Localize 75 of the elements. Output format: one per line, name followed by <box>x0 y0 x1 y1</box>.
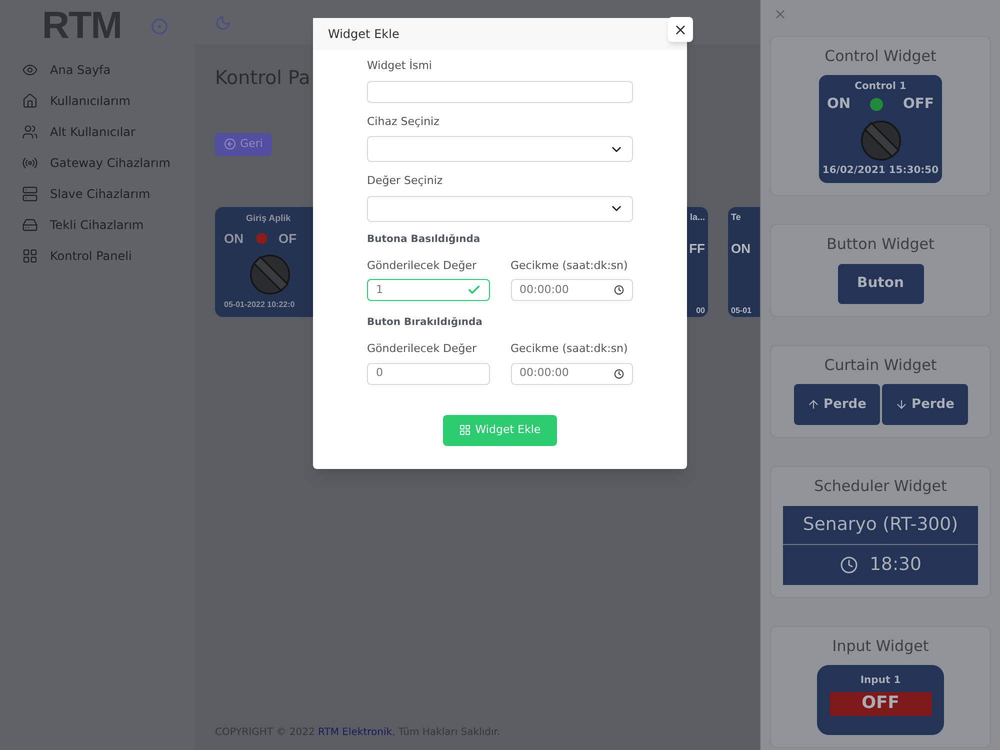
input-value: 00:00:00 <box>520 365 570 382</box>
close-button[interactable]: × <box>668 17 693 42</box>
widget-title: Scheduler Widget <box>813 476 948 497</box>
field-label: Gönderilecek Değer <box>367 341 478 357</box>
widget-title: Input Widget <box>831 636 930 656</box>
on-label: ON <box>827 95 851 114</box>
sidebar-item[interactable]: Kontrol Paneli <box>0 240 195 271</box>
input-state: OFF <box>830 692 932 716</box>
state-label: FF <box>689 240 705 258</box>
widget-name-input[interactable] <box>367 80 633 102</box>
sidebar-icon <box>22 92 38 108</box>
input-value: 0 <box>376 365 384 382</box>
timestamp: 16/02/2021 15:30:50 <box>822 164 939 178</box>
scenario-name: Senaryo (RT-300) <box>783 506 978 544</box>
timestamp: 00 <box>696 304 705 316</box>
input-value: 00:00:00 <box>520 282 570 298</box>
field-label: Değer Seçiniz <box>367 173 444 189</box>
field-label: Gecikme (saat:dk:sn) <box>510 341 629 357</box>
clock-icon <box>614 285 624 295</box>
on-label: ON <box>224 230 244 248</box>
arrow-down-icon <box>894 398 908 411</box>
curtain-down-button[interactable]: Perde <box>882 384 968 425</box>
timestamp: 05-01-2022 10:22:0 <box>224 298 295 310</box>
card-title: Te <box>731 210 741 224</box>
send-value-input[interactable]: 0 <box>367 362 490 384</box>
sidebar-item[interactable]: Slave Cihazlarım <box>0 178 195 209</box>
field-label: Widget İsmi <box>367 58 433 74</box>
clock-icon <box>840 556 858 574</box>
value-select[interactable] <box>367 196 633 222</box>
device-select[interactable] <box>367 136 633 162</box>
state-label: ON <box>731 240 750 258</box>
target-icon[interactable] <box>151 18 168 34</box>
delay-time-input[interactable]: 00:00:00 <box>510 279 633 301</box>
input-value: 1 <box>376 282 384 298</box>
sidebar-icon <box>22 154 38 170</box>
field-label: Cihaz Seçiniz <box>367 114 440 130</box>
arrow-up-icon <box>806 398 820 411</box>
card-title: la... <box>690 210 705 224</box>
widget-title: Curtain Widget <box>823 354 938 376</box>
widget-name: Input 1 <box>860 674 901 688</box>
widget-title: Control Widget <box>824 46 938 66</box>
sidebar-item[interactable]: Ana Sayfa <box>0 54 195 85</box>
modal-title: Widget Ekle <box>328 26 400 43</box>
moon-icon[interactable] <box>215 14 231 30</box>
sidebar-icon <box>22 186 38 202</box>
sidebar-item[interactable]: Tekli Cihazlarım <box>0 209 195 240</box>
control-widget[interactable]: Control 1 ON OFF 16/02/2021 15:30:50 <box>819 75 942 183</box>
scheduler-panel[interactable]: Senaryo (RT-300) 18:30 <box>783 506 978 584</box>
grid-icon <box>459 424 472 436</box>
curtain-up-button[interactable]: Perde <box>794 384 880 425</box>
sidebar-icon <box>22 124 38 140</box>
sidebar-icon <box>22 248 38 264</box>
sidebar-icon <box>22 216 38 232</box>
control-card[interactable]: Te ON 05-01 <box>728 206 760 316</box>
timestamp: 05-01 <box>731 304 752 316</box>
send-value-input[interactable]: 1 <box>367 279 490 301</box>
field-label: Gönderilecek Değer <box>367 258 478 274</box>
field-label: Gecikme (saat:dk:sn) <box>510 258 629 274</box>
card-title: Giriş Aplik <box>245 212 291 225</box>
schedule-time: 18:30 <box>870 553 922 577</box>
off-label: OF <box>278 230 297 248</box>
clock-icon <box>614 368 624 378</box>
widget-button[interactable]: Buton <box>838 264 924 304</box>
check-icon <box>466 283 480 297</box>
sidebar-item[interactable]: Kullanıcılarım <box>0 85 195 116</box>
off-label: OFF <box>902 95 934 114</box>
section-title: Buton Bırakıldığında <box>367 316 484 330</box>
sidebar-item[interactable]: Alt Kullanıcılar <box>0 116 195 147</box>
company-link[interactable]: RTM Elektronik <box>318 727 392 738</box>
widget-name: Control 1 <box>854 80 906 94</box>
sidebar-item[interactable]: Gateway Cihazlarım <box>0 147 195 178</box>
widget-title: Button Widget <box>826 234 936 255</box>
input-widget[interactable]: Input 1 OFF <box>817 665 944 735</box>
delay-time-input[interactable]: 00:00:00 <box>510 362 633 384</box>
section-title: Butona Basıldığında <box>367 232 482 246</box>
